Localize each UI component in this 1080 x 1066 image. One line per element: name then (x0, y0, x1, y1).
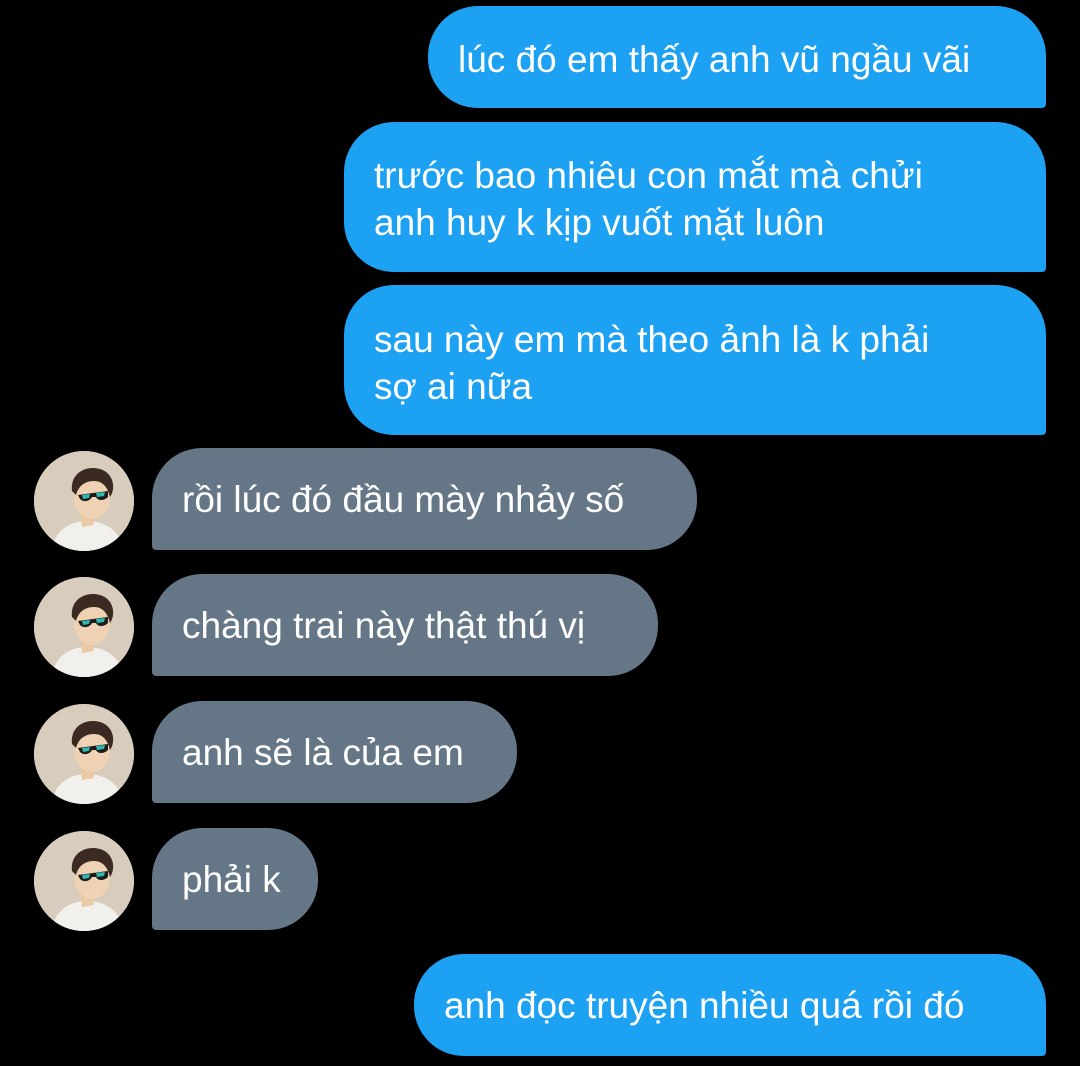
received-message-bubble[interactable]: anh sẽ là của em (152, 701, 517, 803)
avatar-person-sunglasses-icon (34, 704, 134, 804)
received-message-bubble[interactable]: phải k (152, 828, 318, 930)
sent-message-bubble[interactable]: sau này em mà theo ảnh là k phải sợ ai n… (344, 285, 1046, 435)
sent-message-bubble[interactable]: lúc đó em thấy anh vũ ngầu vãi (428, 6, 1046, 108)
contact-avatar-icon[interactable] (34, 704, 134, 804)
avatar-person-sunglasses-icon (34, 577, 134, 677)
contact-avatar-icon[interactable] (34, 831, 134, 931)
received-message-bubble[interactable]: chàng trai này thật thú vị (152, 574, 658, 676)
sent-message-bubble[interactable]: anh đọc truyện nhiều quá rồi đó (414, 954, 1046, 1056)
avatar-person-sunglasses-icon (34, 451, 134, 551)
sent-message-bubble[interactable]: trước bao nhiêu con mắt mà chửi anh huy … (344, 122, 1046, 272)
avatar-person-sunglasses-icon (34, 831, 134, 931)
contact-avatar-icon[interactable] (34, 577, 134, 677)
contact-avatar-icon[interactable] (34, 451, 134, 551)
chat-thread: lúc đó em thấy anh vũ ngầu vãi trước bao… (0, 0, 1080, 1066)
received-message-bubble[interactable]: rồi lúc đó đầu mày nhảy số (152, 448, 697, 550)
